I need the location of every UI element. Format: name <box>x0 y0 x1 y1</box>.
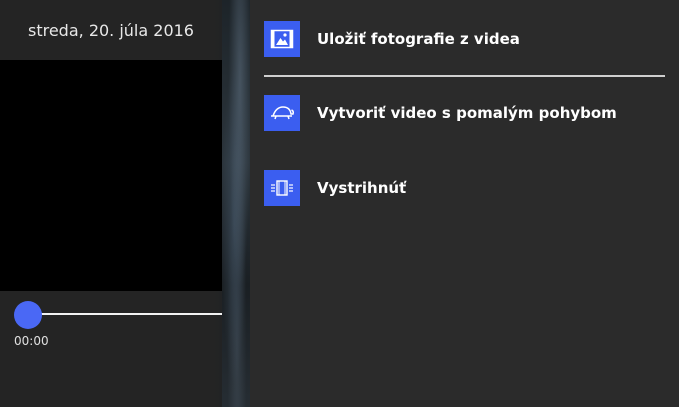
menu-item-label: Vytvoriť video s pomalým pohybom <box>317 104 617 122</box>
seek-bar-thumb[interactable] <box>14 301 42 329</box>
menu-item-save-photos[interactable]: Uložiť fotografie z videa <box>264 21 664 57</box>
video-date-title: streda, 20. júla 2016 <box>28 20 194 40</box>
edit-menu-flyout: Uložiť fotografie z videa Vytvoriť video… <box>250 0 679 407</box>
video-player[interactable] <box>0 60 224 291</box>
seek-bar-track[interactable] <box>28 313 250 315</box>
menu-divider <box>264 75 665 77</box>
background-image-strip <box>222 0 252 407</box>
video-panel: streda, 20. júla 2016 00:00 <box>0 0 250 407</box>
turtle-slow-motion-icon <box>264 95 300 131</box>
photos-from-video-icon <box>264 21 300 57</box>
menu-item-label: Uložiť fotografie z videa <box>317 30 520 48</box>
menu-item-slow-motion[interactable]: Vytvoriť video s pomalým pohybom <box>264 95 664 131</box>
app-window: streda, 20. júla 2016 00:00 Uložiť fotog… <box>0 0 679 407</box>
current-time-label: 00:00 <box>14 334 49 348</box>
trim-icon <box>264 170 300 206</box>
menu-item-trim[interactable]: Vystrihnúť <box>264 170 664 206</box>
menu-item-label: Vystrihnúť <box>317 179 407 197</box>
